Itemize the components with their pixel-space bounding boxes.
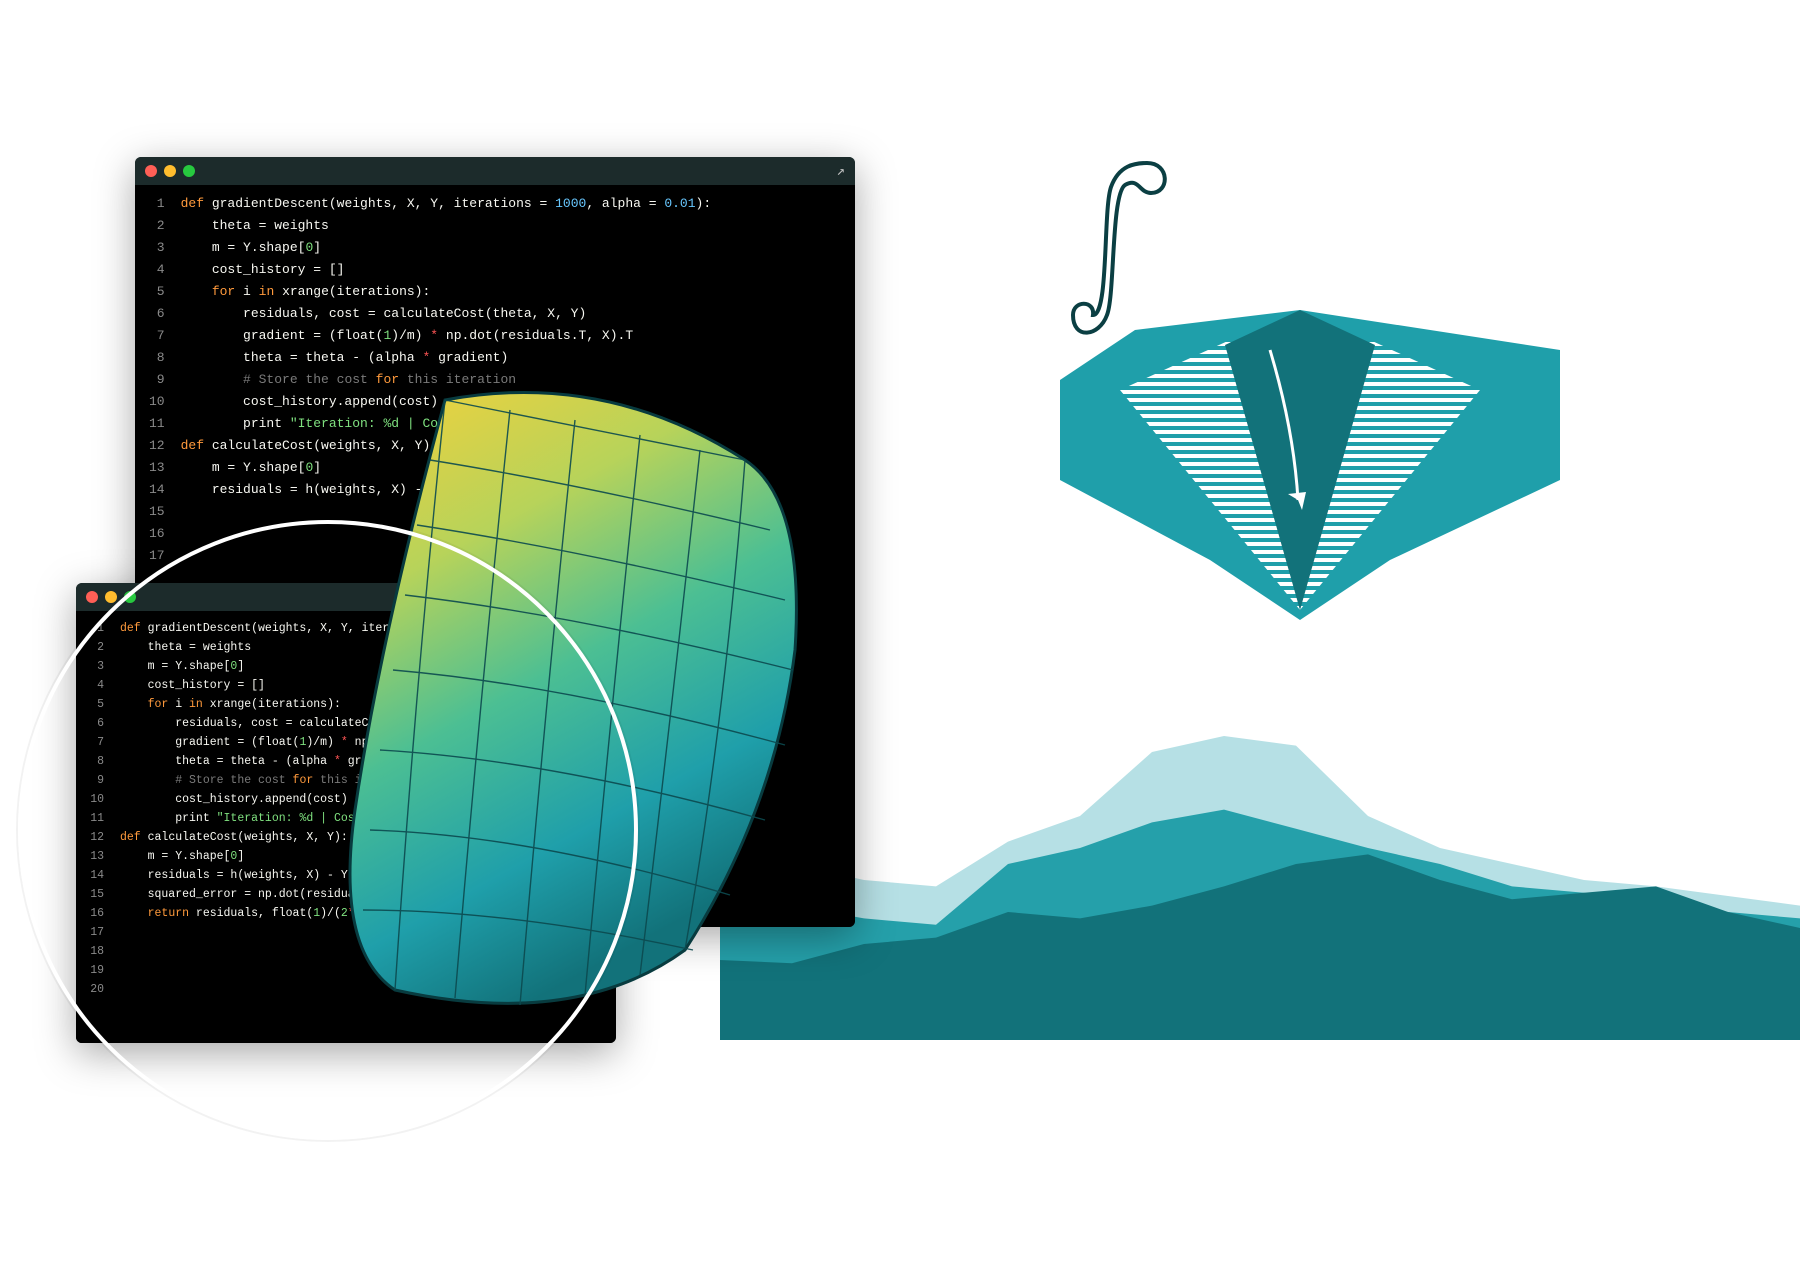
- window-controls: [145, 165, 195, 177]
- titlebar: [76, 583, 616, 611]
- titlebar: ↗: [135, 157, 855, 185]
- integral-symbol-icon: [1065, 155, 1175, 345]
- window-controls: [86, 591, 136, 603]
- minimize-icon[interactable]: [164, 165, 176, 177]
- area-chart: [720, 720, 1800, 1040]
- area-series-front: [720, 854, 1800, 1040]
- area-series-back: [720, 736, 1800, 1040]
- gradient-descent-valley: [1060, 310, 1560, 640]
- minimize-icon[interactable]: [105, 591, 117, 603]
- code-area[interactable]: 1234567891011121314151617181920 def grad…: [76, 611, 616, 1043]
- close-icon[interactable]: [145, 165, 157, 177]
- area-series-mid: [720, 810, 1800, 1040]
- code-editor-magnified: 1234567891011121314151617181920 def grad…: [76, 583, 616, 1043]
- maximize-icon[interactable]: [183, 165, 195, 177]
- expand-icon[interactable]: ↗: [837, 163, 845, 180]
- code-content[interactable]: def gradientDescent(weights, X, Y, itera…: [110, 611, 616, 1043]
- line-number-gutter: 1234567891011121314151617181920: [76, 611, 110, 1043]
- close-icon[interactable]: [86, 591, 98, 603]
- maximize-icon[interactable]: [124, 591, 136, 603]
